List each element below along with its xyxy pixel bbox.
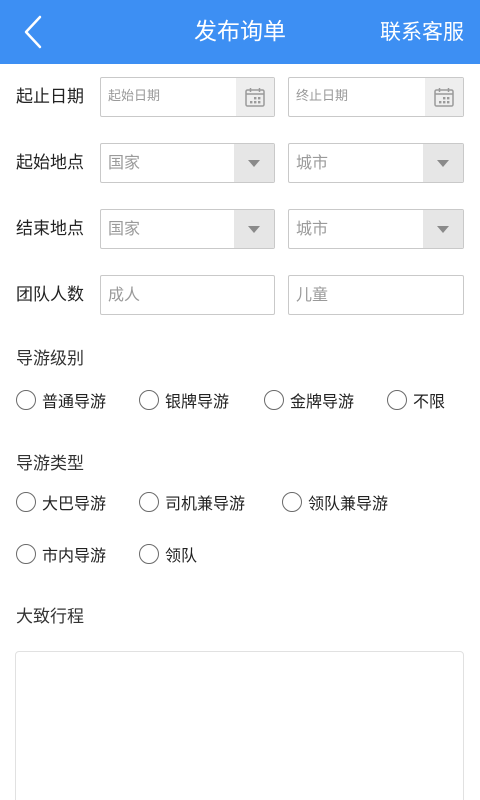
start-city-placeholder: 城市: [296, 153, 329, 172]
start-country-placeholder: 国家: [108, 153, 141, 172]
end-date-input[interactable]: 终止日期: [288, 77, 464, 117]
radio-label: 普通导游: [42, 392, 107, 411]
dropdown-arrow-icon[interactable]: [423, 210, 463, 248]
back-button[interactable]: [14, 12, 54, 52]
guide-level-option-regular[interactable]: 普通导游: [16, 387, 106, 413]
radio-label: 大巴导游: [42, 494, 107, 513]
child-count-input[interactable]: 儿童: [288, 275, 464, 315]
guide-level-title: 导游级别: [16, 349, 84, 369]
adult-count-placeholder: 成人: [108, 285, 141, 304]
radio-label: 不限: [413, 392, 446, 411]
group-size-label: 团队人数: [16, 285, 84, 305]
contact-service-button[interactable]: 联系客服: [380, 0, 464, 64]
calendar-icon[interactable]: [425, 78, 463, 116]
radio-circle-icon[interactable]: [139, 492, 159, 512]
radio-circle-icon[interactable]: [16, 544, 36, 564]
end-city-placeholder: 城市: [296, 219, 329, 238]
guide-type-option-tour-leader[interactable]: 领队: [139, 541, 197, 567]
itinerary-textarea[interactable]: [15, 651, 464, 800]
dropdown-arrow-icon[interactable]: [234, 144, 274, 182]
guide-level-option-silver[interactable]: 银牌导游: [139, 387, 229, 413]
radio-circle-icon[interactable]: [16, 492, 36, 512]
child-count-placeholder: 儿童: [296, 285, 329, 304]
end-country-placeholder: 国家: [108, 219, 141, 238]
guide-type-option-city[interactable]: 市内导游: [16, 541, 106, 567]
dropdown-arrow-icon[interactable]: [234, 210, 274, 248]
end-city-select[interactable]: 城市: [288, 209, 464, 249]
date-row-label: 起止日期: [16, 87, 84, 107]
end-location-label: 结束地点: [16, 219, 84, 239]
start-location-label: 起始地点: [16, 153, 84, 173]
guide-level-option-any[interactable]: 不限: [387, 387, 445, 413]
itinerary-title: 大致行程: [16, 607, 84, 627]
radio-label: 市内导游: [42, 546, 107, 565]
radio-circle-icon[interactable]: [139, 390, 159, 410]
end-country-select[interactable]: 国家: [100, 209, 275, 249]
start-country-select[interactable]: 国家: [100, 143, 275, 183]
guide-level-option-gold[interactable]: 金牌导游: [264, 387, 354, 413]
date-row: 起止日期 起始日期 终止日期: [0, 77, 480, 117]
radio-label: 领队兼导游: [308, 494, 389, 513]
start-date-placeholder: 起始日期: [108, 89, 161, 104]
top-bar: 发布询单 联系客服: [0, 0, 480, 64]
radio-label: 金牌导游: [290, 392, 355, 411]
radio-circle-icon[interactable]: [282, 492, 302, 512]
start-city-select[interactable]: 城市: [288, 143, 464, 183]
guide-type-option-tour-leader-guide[interactable]: 领队兼导游: [282, 489, 388, 515]
guide-type-option-driver[interactable]: 司机兼导游: [139, 489, 245, 515]
radio-circle-icon[interactable]: [16, 390, 36, 410]
radio-label: 银牌导游: [165, 392, 230, 411]
adult-count-input[interactable]: 成人: [100, 275, 275, 315]
group-size-row: 团队人数 成人 儿童: [0, 275, 480, 315]
radio-circle-icon[interactable]: [139, 544, 159, 564]
start-date-input[interactable]: 起始日期: [100, 77, 275, 117]
calendar-icon[interactable]: [236, 78, 274, 116]
guide-type-title: 导游类型: [16, 454, 84, 474]
radio-label: 领队: [165, 546, 198, 565]
radio-circle-icon[interactable]: [264, 390, 284, 410]
radio-circle-icon[interactable]: [387, 390, 407, 410]
end-location-row: 结束地点 国家 城市: [0, 209, 480, 249]
radio-label: 司机兼导游: [165, 494, 246, 513]
dropdown-arrow-icon[interactable]: [423, 144, 463, 182]
guide-type-option-bus[interactable]: 大巴导游: [16, 489, 106, 515]
end-date-placeholder: 终止日期: [296, 89, 349, 104]
chevron-left-icon: [24, 15, 42, 49]
start-location-row: 起始地点 国家 城市: [0, 143, 480, 183]
